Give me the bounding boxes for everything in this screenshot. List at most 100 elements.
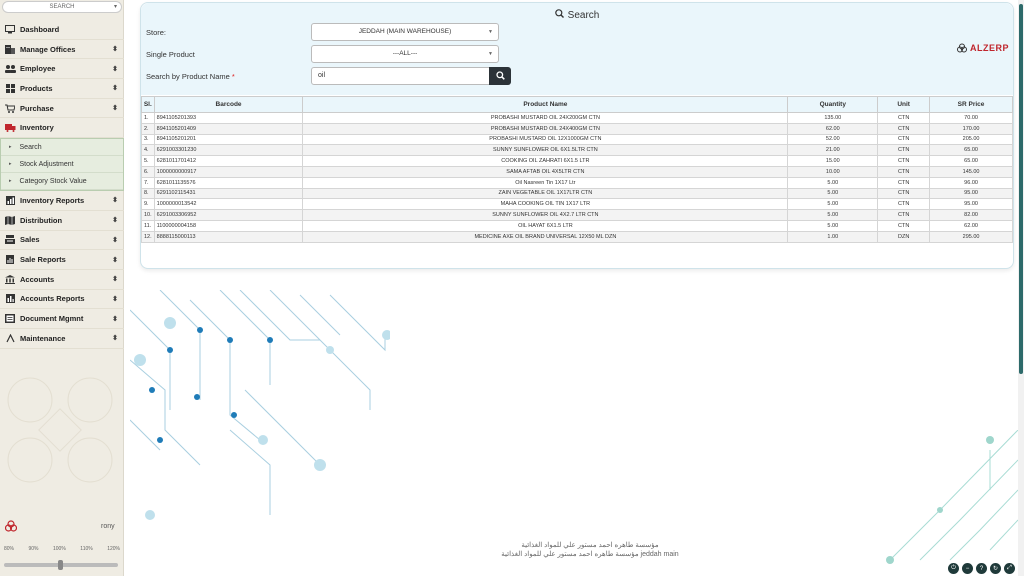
- zoom-level[interactable]: 80%: [4, 546, 14, 552]
- product-name-input[interactable]: oil: [311, 67, 491, 85]
- sidebar-item-accounts-reports[interactable]: Accounts Reports ⬍: [0, 290, 124, 310]
- scrollbar[interactable]: [1018, 0, 1024, 576]
- card-title-text: Search: [567, 10, 600, 21]
- footer-line-1: مؤسسة طاهره احمد مستور علي للمواد الغذائ…: [521, 542, 659, 549]
- zoom-level[interactable]: 120%: [107, 546, 120, 552]
- column-header-quantity[interactable]: Quantity: [787, 96, 879, 113]
- column-header-sl[interactable]: Sl.: [141, 96, 155, 113]
- minus-icon[interactable]: −: [962, 563, 973, 574]
- search-card: Search Store: JEDDAH (MAIN WAREHOUSE) ▼ …: [140, 2, 1014, 269]
- fullscreen-icon[interactable]: ⤢: [1004, 563, 1015, 574]
- cell-barcode: 6291102115431: [153, 187, 304, 200]
- store-select[interactable]: JEDDAH (MAIN WAREHOUSE) ▼: [311, 23, 499, 41]
- sidebar-item-inventory-reports[interactable]: Inventory Reports ⬍: [0, 191, 124, 211]
- cell-barcode: 8941105201393: [153, 112, 304, 124]
- cell-product-name: MEDICINE AXE OIL BRAND UNIVERSAL 12X50 M…: [302, 230, 789, 243]
- sidebar-item-document-mgmnt[interactable]: Document Mgmnt ⬍: [0, 309, 124, 329]
- report-icon: [4, 294, 16, 304]
- sidebar-item-sales[interactable]: Sales ⬍: [0, 231, 124, 251]
- table-row[interactable]: 11. 1100000004158 OIL HAYAT 6X1.5 LTR 5.00 C…: [141, 219, 1013, 232]
- brand-logo: ALZERP: [957, 43, 1009, 53]
- cell-quantity: 52.00: [787, 133, 879, 146]
- help-icon[interactable]: ?: [976, 563, 987, 574]
- cell-sl: 5.: [141, 155, 155, 167]
- table-row[interactable]: 10. 6291003306952 SUNNY SUNFLOWER OIL 4X2.…: [141, 209, 1013, 221]
- card-title: Search: [141, 9, 1013, 21]
- table-row[interactable]: 1. 8941105201393 PROBASHI MUSTARD OIL 24X2…: [141, 112, 1013, 124]
- cart-icon: [4, 103, 16, 113]
- single-product-select[interactable]: ---ALL--- ▼: [311, 45, 499, 63]
- sidebar-item-label: Employee: [20, 64, 56, 74]
- updown-icon: ⬍: [112, 217, 118, 225]
- updown-icon: ⬍: [112, 315, 118, 323]
- product-name-label: Search by Product Name *: [146, 72, 235, 81]
- column-header-sr-price[interactable]: SR Price: [929, 96, 1013, 113]
- cell-unit: CTN: [877, 144, 931, 157]
- register-icon: [4, 235, 16, 245]
- sidebar-search-select[interactable]: SEARCH ▾: [2, 1, 122, 13]
- circuit-decoration: [130, 290, 390, 520]
- updown-icon: ⬍: [112, 197, 118, 205]
- zoom-level[interactable]: 100%: [53, 546, 66, 552]
- caret-right-icon: ▸: [9, 144, 12, 151]
- cell-barcode: 1100000004158: [153, 219, 304, 232]
- sidebar-item-sale-reports[interactable]: Sale Reports ⬍: [0, 250, 124, 270]
- updown-icon: ⬍: [112, 335, 118, 343]
- sidebar-item-label: Accounts: [20, 274, 55, 284]
- submenu-item-stock-adjustment[interactable]: ▸ Stock Adjustment: [1, 156, 123, 174]
- table-row[interactable]: 4. 6291003301230 SUNNY SUNFLOWER OIL 6X1.5…: [141, 144, 1013, 157]
- power-icon[interactable]: ⏻: [948, 563, 959, 574]
- table-row[interactable]: 12. 8888115000113 MEDICINE AXE OIL BRAND U…: [141, 230, 1013, 243]
- company-logo-icon: [5, 520, 17, 532]
- cell-quantity: 15.00: [787, 155, 879, 167]
- cell-unit: CTN: [877, 155, 931, 167]
- table-row[interactable]: 7. 6281011135576 Oil Nasreen Tin 1X17 Ltr 5…: [141, 176, 1013, 189]
- cell-product-name: SUNNY SUNFLOWER OIL 6X1.5LTR CTN: [302, 144, 789, 157]
- table-row[interactable]: 5. 6281011701412 COOKING OIL ZAHRATI 6X1.5…: [141, 155, 1013, 167]
- circuit-decoration-right: [886, 430, 1018, 564]
- sidebar-item-dashboard[interactable]: Dashboard: [0, 20, 124, 40]
- caret-right-icon: ▸: [9, 178, 12, 185]
- sidebar-item-distribution[interactable]: Distribution ⬍: [0, 211, 124, 231]
- sidebar-item-label: Inventory: [20, 123, 54, 133]
- product-name-label-text: Search by Product Name: [146, 72, 230, 81]
- column-header-barcode[interactable]: Barcode: [153, 96, 304, 113]
- product-name-input-value: oil: [318, 72, 326, 79]
- updown-icon: ⬍: [112, 256, 118, 264]
- sidebar-item-purchase[interactable]: Purchase ⬍: [0, 99, 124, 119]
- refresh-icon[interactable]: ↻: [990, 563, 1001, 574]
- scrollbar-thumb[interactable]: [1019, 4, 1023, 374]
- table-row[interactable]: 2. 8941105201409 PROBASHI MUSTARD OIL 24X4…: [141, 122, 1013, 135]
- sidebar-item-accounts[interactable]: Accounts ⬍: [0, 270, 124, 290]
- sidebar-item-inventory[interactable]: Inventory: [0, 118, 124, 139]
- submenu-item-label: Search: [19, 143, 42, 151]
- cell-sr-price: 96.00: [929, 176, 1013, 189]
- cell-unit: DZN: [877, 230, 931, 243]
- table-row[interactable]: 6. 1000000000917 SAMA AFTAB OIL 4X5LTR CTN…: [141, 165, 1013, 178]
- submenu-item-search[interactable]: ▸ Search: [1, 139, 123, 157]
- zoom-level[interactable]: 110%: [80, 546, 92, 552]
- required-mark: *: [231, 72, 235, 81]
- cell-barcode: 1000000000917: [153, 165, 304, 178]
- zoom-slider[interactable]: [4, 560, 118, 570]
- sidebar-item-products[interactable]: Products ⬍: [0, 79, 124, 99]
- column-header-unit[interactable]: Unit: [877, 96, 931, 113]
- cell-sr-price: 170.00: [929, 122, 1013, 135]
- sidebar-item-employee[interactable]: Employee ⬍: [0, 59, 124, 80]
- cell-quantity: 10.00: [787, 165, 879, 178]
- column-header-product-name[interactable]: Product Name: [302, 96, 789, 113]
- table-row[interactable]: 8. 6291102115431 ZAIN VEGETABLE OIL 1X17LT…: [141, 187, 1013, 200]
- zoom-level[interactable]: 90%: [29, 546, 39, 552]
- grid-icon: [4, 83, 16, 93]
- chevron-down-icon: ▾: [113, 4, 117, 10]
- updown-icon: ⬍: [112, 65, 118, 73]
- updown-icon: ⬍: [112, 295, 118, 303]
- table-row[interactable]: 9. 1000000013542 MAHA COOKING OIL TIN 1X17…: [141, 198, 1013, 211]
- sidebar-item-maintenance[interactable]: Maintenance ⬍: [0, 329, 124, 349]
- search-button[interactable]: [489, 67, 511, 85]
- table-row[interactable]: 3. 8941105201201 PROBASHI MUSTARD OIL 12X1…: [141, 133, 1013, 146]
- zoom-slider-thumb[interactable]: [58, 560, 63, 570]
- submenu-item-category-stock-value[interactable]: ▸ Category Stock Value: [1, 173, 123, 191]
- store-label: Store:: [146, 28, 167, 37]
- sidebar-item-manage-offices[interactable]: Manage Offices ⬍: [0, 40, 124, 60]
